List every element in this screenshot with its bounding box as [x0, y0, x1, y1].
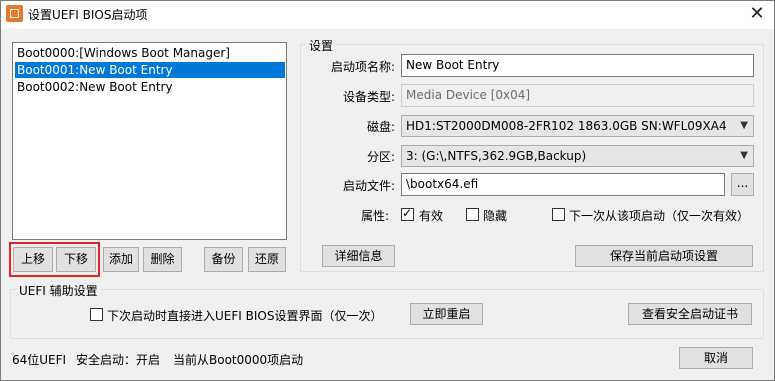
name-label: 启动项名称: — [330, 60, 395, 74]
list-item[interactable]: Boot0001:New Boot Entry — [15, 62, 285, 78]
secure-boot-status: 安全启动：开启 — [76, 353, 161, 367]
uefi-aux-group-label: UEFI 辅助设置 — [16, 282, 101, 299]
chevron-down-icon: ▼ — [740, 150, 748, 161]
partition-select-value: 3: (G:\,NTFS,362.9GB,Backup) — [406, 149, 587, 163]
attributes-label: 属性: — [360, 209, 389, 223]
device-type-field: Media Device [0x04] — [401, 84, 754, 107]
uefi-bits-status: 64位UEFI — [12, 353, 67, 367]
boot-file-input[interactable]: \bootx64.efi — [401, 173, 725, 196]
restore-button[interactable]: 还原 — [248, 247, 286, 272]
enter-bios-checkbox[interactable] — [90, 308, 103, 321]
cancel-button[interactable]: 取消 — [679, 347, 753, 369]
details-button[interactable]: 详细信息 — [322, 245, 395, 267]
app-icon — [6, 5, 23, 22]
device-type-label: 设备类型: — [342, 90, 395, 104]
list-item[interactable]: Boot0002:New Boot Entry — [15, 79, 285, 95]
restart-now-button[interactable]: 立即重启 — [410, 303, 483, 325]
hidden-checkbox[interactable] — [466, 208, 479, 221]
disk-select[interactable]: HD1:ST2000DM008-2FR102 1863.0GB SN:WFL09… — [401, 115, 754, 137]
settings-group-label: 设置 — [306, 37, 337, 54]
list-item[interactable]: Boot0000:[Windows Boot Manager] — [15, 45, 285, 61]
browse-button[interactable]: ... — [731, 173, 754, 196]
name-input[interactable]: New Boot Entry — [401, 54, 754, 77]
boot-entry-list[interactable]: Boot0000:[Windows Boot Manager] Boot0001:… — [12, 42, 287, 240]
disk-select-value: HD1:ST2000DM008-2FR102 1863.0GB SN:WFL09… — [406, 119, 727, 133]
move-up-button[interactable]: 上移 — [13, 247, 53, 272]
valid-checkbox-label: 有效 — [419, 209, 444, 223]
window-title: 设置UEFI BIOS启动项 — [28, 8, 148, 22]
chevron-down-icon: ▼ — [740, 120, 748, 131]
partition-select[interactable]: 3: (G:\,NTFS,362.9GB,Backup) ▼ — [401, 145, 754, 167]
next-once-checkbox[interactable] — [552, 208, 565, 221]
save-entry-button[interactable]: 保存当前启动项设置 — [575, 245, 753, 267]
partition-label: 分区: — [366, 150, 395, 164]
delete-button[interactable]: 删除 — [143, 247, 182, 272]
enter-bios-checkbox-label: 下次启动时直接进入UEFI BIOS设置界面（仅一次） — [107, 309, 383, 323]
next-once-checkbox-label: 下一次从该项启动（仅一次有效） — [569, 209, 750, 223]
secure-boot-cert-button[interactable]: 查看安全启动证书 — [628, 303, 752, 325]
backup-button[interactable]: 备份 — [204, 247, 243, 272]
disk-label: 磁盘: — [366, 120, 395, 134]
boot-file-label: 启动文件: — [342, 179, 395, 193]
close-icon[interactable]: ✕ — [742, 1, 772, 27]
valid-checkbox[interactable] — [401, 206, 414, 221]
add-button[interactable]: 添加 — [103, 247, 139, 272]
hidden-checkbox-label: 隐藏 — [483, 209, 508, 223]
move-down-button[interactable]: 下移 — [56, 247, 96, 272]
current-boot-status: 当前从Boot0000项启动 — [173, 353, 304, 367]
